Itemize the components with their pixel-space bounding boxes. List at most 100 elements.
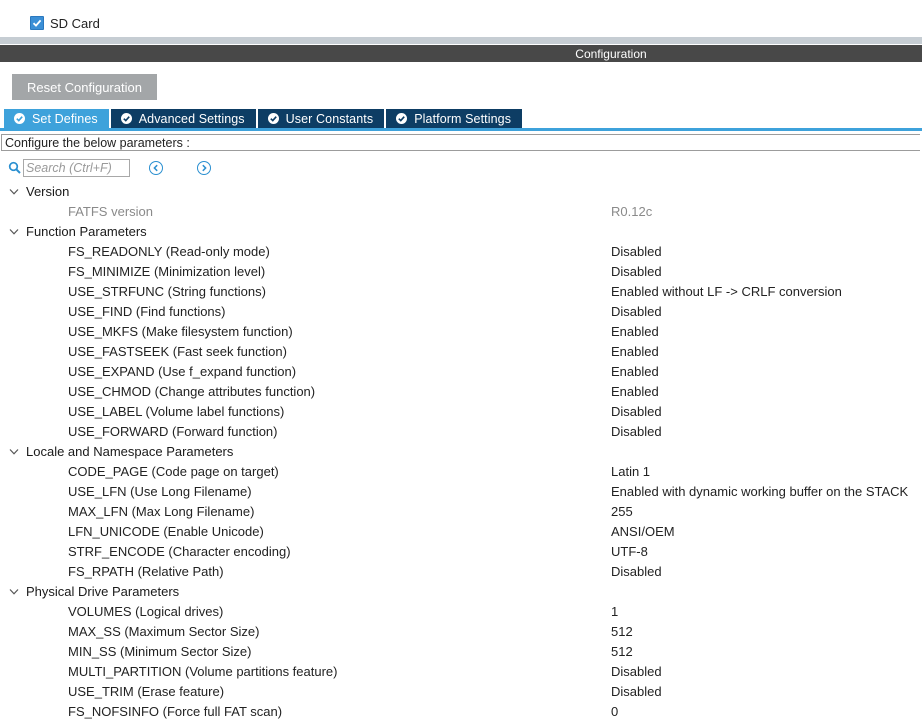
parameter-name: USE_STRFUNC (String functions) (68, 282, 266, 302)
parameter-row[interactable]: USE_LABEL (Volume label functions)Disabl… (0, 402, 922, 422)
parameter-row[interactable]: USE_LFN (Use Long Filename) Enabled with … (0, 482, 922, 502)
sd-card-option[interactable]: SD Card (30, 14, 100, 32)
group-row[interactable]: Function Parameters (0, 222, 922, 242)
parameter-name: CODE_PAGE (Code page on target) (68, 462, 279, 482)
chevron-down-icon[interactable] (9, 588, 19, 596)
parameter-value[interactable]: 512 (611, 622, 633, 642)
parameter-name: FS_MINIMIZE (Minimization level) (68, 262, 265, 282)
tab-advanced-settings[interactable]: Advanced Settings (111, 109, 256, 128)
parameter-value[interactable]: UTF-8 (611, 542, 648, 562)
parameter-value[interactable]: 0 (611, 702, 618, 722)
configuration-header: Configuration (0, 45, 922, 62)
group-title: Function Parameters (26, 222, 147, 242)
parameter-row[interactable]: USE_FIND (Find functions) Disabled (0, 302, 922, 322)
chevron-down-icon[interactable] (9, 448, 19, 456)
tab-label: Advanced Settings (139, 112, 245, 126)
parameter-value[interactable]: Disabled (611, 242, 662, 262)
parameter-value[interactable]: Disabled (611, 302, 662, 322)
tab-set-defines[interactable]: Set Defines (4, 109, 109, 128)
parameter-row[interactable]: USE_TRIM (Erase feature) Disabled (0, 682, 922, 702)
parameter-name: USE_FIND (Find functions) (68, 302, 226, 322)
tab-label: Set Defines (32, 112, 98, 126)
parameter-tree: VersionFATFS version R0.12c Function Param… (0, 182, 922, 722)
parameter-name: USE_LFN (Use Long Filename) (68, 482, 252, 502)
chevron-right-icon (200, 164, 208, 172)
tab-label: Platform Settings (414, 112, 511, 126)
parameter-value[interactable]: 255 (611, 502, 633, 522)
search-icon[interactable] (8, 161, 22, 175)
parameter-name: FS_READONLY (Read-only mode) (68, 242, 270, 262)
parameter-name: USE_CHMOD (Change attributes function) (68, 382, 315, 402)
parameter-value[interactable]: Enabled (611, 382, 659, 402)
parameter-value[interactable]: Enabled (611, 342, 659, 362)
chevron-down-icon[interactable] (9, 188, 19, 196)
search-previous-button[interactable] (149, 161, 163, 175)
tab-platform-settings[interactable]: Platform Settings (386, 109, 522, 128)
tab-label: User Constants (286, 112, 374, 126)
parameter-row[interactable]: FS_RPATH (Relative Path) Disabled (0, 562, 922, 582)
parameter-row[interactable]: FS_NOFSINFO (Force full FAT scan)0 (0, 702, 922, 722)
parameter-name: VOLUMES (Logical drives) (68, 602, 223, 622)
parameter-row[interactable]: MAX_LFN (Max Long Filename)255 (0, 502, 922, 522)
tab-user-constants[interactable]: User Constants (258, 109, 385, 128)
parameter-value[interactable]: 512 (611, 642, 633, 662)
parameter-row[interactable]: USE_STRFUNC (String functions) Enabled wi… (0, 282, 922, 302)
check-circle-icon (396, 113, 407, 124)
parameter-value[interactable]: Disabled (611, 422, 662, 442)
configuration-title: Configuration (575, 47, 646, 61)
parameter-value[interactable]: 1 (611, 602, 618, 622)
parameter-name: USE_MKFS (Make filesystem function) (68, 322, 293, 342)
parameter-row[interactable]: MAX_SS (Maximum Sector Size) 512 (0, 622, 922, 642)
parameter-value[interactable]: Enabled (611, 322, 659, 342)
group-title: Version (26, 182, 69, 202)
parameter-value[interactable]: Enabled with dynamic working buffer on t… (611, 482, 908, 502)
group-row[interactable]: Physical Drive Parameters (0, 582, 922, 602)
parameter-row[interactable]: LFN_UNICODE (Enable Unicode)ANSI/OEM (0, 522, 922, 542)
parameter-row[interactable]: MULTI_PARTITION (Volume partitions featu… (0, 662, 922, 682)
parameter-value[interactable]: Enabled (611, 362, 659, 382)
search-next-button[interactable] (197, 161, 211, 175)
check-circle-icon (14, 113, 25, 124)
parameter-name: MIN_SS (Minimum Sector Size) (68, 642, 251, 662)
parameter-name: FS_RPATH (Relative Path) (68, 562, 224, 582)
parameter-row[interactable]: FATFS version R0.12c (0, 202, 922, 222)
parameter-value[interactable]: Disabled (611, 682, 662, 702)
parameter-value[interactable]: Disabled (611, 662, 662, 682)
parameter-value[interactable]: Enabled without LF -> CRLF conversion (611, 282, 842, 302)
search-input[interactable] (23, 159, 130, 177)
parameter-value[interactable]: Disabled (611, 262, 662, 282)
parameter-value[interactable]: Disabled (611, 562, 662, 582)
panel-separator[interactable] (0, 37, 922, 44)
parameter-name: USE_FORWARD (Forward function) (68, 422, 278, 442)
parameter-value: R0.12c (611, 202, 652, 222)
parameter-row[interactable]: USE_FASTSEEK (Fast seek function) Enabled (0, 342, 922, 362)
chevron-down-icon[interactable] (9, 228, 19, 236)
parameter-row[interactable]: USE_MKFS (Make filesystem function) Enabl… (0, 322, 922, 342)
sd-card-checkbox[interactable] (30, 16, 44, 30)
parameter-name: MAX_SS (Maximum Sector Size) (68, 622, 259, 642)
parameter-row[interactable]: USE_EXPAND (Use f_expand function)Enable… (0, 362, 922, 382)
parameter-row[interactable]: FS_READONLY (Read-only mode) Disabled (0, 242, 922, 262)
group-title: Locale and Namespace Parameters (26, 442, 233, 462)
parameter-row[interactable]: USE_FORWARD (Forward function) Disabled (0, 422, 922, 442)
parameter-value[interactable]: Latin 1 (611, 462, 650, 482)
parameter-row[interactable]: STRF_ENCODE (Character encoding) UTF-8 (0, 542, 922, 562)
parameter-value[interactable]: ANSI/OEM (611, 522, 675, 542)
configure-description: Configure the below parameters : (1, 134, 920, 151)
parameter-name: MULTI_PARTITION (Volume partitions featu… (68, 662, 337, 682)
group-row[interactable]: Locale and Namespace Parameters (0, 442, 922, 462)
parameter-value[interactable]: Disabled (611, 402, 662, 422)
parameter-row[interactable]: FS_MINIMIZE (Minimization level) Disabled (0, 262, 922, 282)
parameter-name: USE_FASTSEEK (Fast seek function) (68, 342, 287, 362)
group-row[interactable]: Version (0, 182, 922, 202)
parameter-name: FATFS version (68, 202, 153, 222)
parameter-name: USE_TRIM (Erase feature) (68, 682, 224, 702)
checkmark-icon (32, 18, 42, 28)
reset-configuration-button[interactable]: Reset Configuration (12, 74, 157, 100)
tab-underline (0, 128, 922, 131)
parameter-row[interactable]: MIN_SS (Minimum Sector Size) 512 (0, 642, 922, 662)
parameter-row[interactable]: USE_CHMOD (Change attributes function) En… (0, 382, 922, 402)
parameter-name: STRF_ENCODE (Character encoding) (68, 542, 291, 562)
parameter-row[interactable]: VOLUMES (Logical drives) 1 (0, 602, 922, 622)
parameter-row[interactable]: CODE_PAGE (Code page on target) Latin 1 (0, 462, 922, 482)
